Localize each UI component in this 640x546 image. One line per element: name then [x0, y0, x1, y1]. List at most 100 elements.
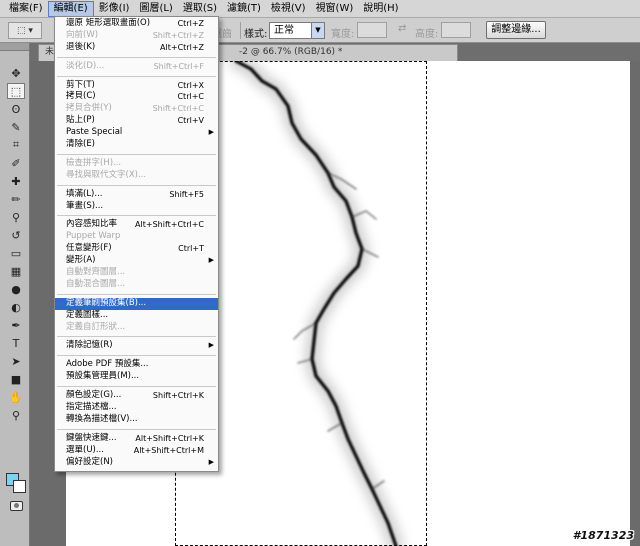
- document-tab-title-right: -2 @ 66.7% (RGB/16) *: [239, 47, 343, 57]
- menu-item-label: 筆畫(S)...: [66, 200, 104, 211]
- edit-menu-item[interactable]: 選單(U)... Alt+Shift+Ctrl+M: [55, 445, 218, 457]
- pen-tool-icon[interactable]: ✒: [7, 317, 25, 333]
- edit-menu-item[interactable]: 偏好設定(N) ▶: [55, 457, 218, 469]
- menu-item-label: Paste Special: [66, 127, 123, 138]
- quick-select-tool-icon[interactable]: ✎: [7, 119, 25, 135]
- menu-item-shortcut: Shift+Ctrl+K: [152, 391, 204, 401]
- menu-item-shortcut: Alt+Shift+Ctrl+K: [135, 433, 204, 443]
- menu-item-label: 檢查拼字(H)...: [66, 157, 122, 168]
- tool-preset-picker[interactable]: ⬚ ▾: [8, 22, 42, 39]
- edit-menu-item[interactable]: Paste Special ▶: [55, 127, 218, 139]
- edit-menu-item[interactable]: 定義圖樣...: [55, 310, 218, 322]
- eraser-tool-icon[interactable]: ▭: [7, 245, 25, 261]
- marquee-tool-icon[interactable]: ⬚: [7, 83, 25, 99]
- menu-3[interactable]: 圖層(L): [134, 1, 177, 17]
- menu-6[interactable]: 檢視(V): [266, 1, 311, 17]
- width-field[interactable]: [357, 22, 387, 38]
- menu-separator: [57, 184, 216, 186]
- menu-item-label: 定義筆刷預設集(B)...: [66, 297, 147, 308]
- edit-menu-item[interactable]: 貼上(P) Ctrl+V: [55, 115, 218, 127]
- edit-menu-item[interactable]: 退後(K) Alt+Ctrl+Z: [55, 42, 218, 54]
- menu-item-label: 內容感知比率: [66, 219, 118, 230]
- edit-menu-item[interactable]: 拷貝(C) Ctrl+C: [55, 91, 218, 103]
- edit-menu-item[interactable]: 定義筆刷預設集(B)...: [55, 297, 218, 310]
- edit-menu-item: 檢查拼字(H)...: [55, 158, 218, 170]
- menu-separator: [57, 355, 216, 357]
- menu-item-label: 自動混合圖層...: [66, 278, 126, 289]
- history-brush-tool-icon[interactable]: ↺: [7, 227, 25, 243]
- brush-tool-icon[interactable]: ✏: [7, 191, 25, 207]
- menu-item-shortcut: Ctrl+V: [177, 116, 204, 126]
- quick-mask-icon[interactable]: [10, 501, 23, 511]
- edit-menu-item[interactable]: 轉換為描述檔(V)...: [55, 414, 218, 426]
- menu-item-shortcut: Ctrl+X: [177, 80, 204, 90]
- spot-heal-tool-icon[interactable]: ✚: [7, 173, 25, 189]
- panel-grip[interactable]: [0, 43, 29, 51]
- style-select[interactable]: 正常 ▼: [269, 22, 325, 39]
- menu-item-label: 還原 矩形選取畫面(O): [66, 18, 151, 28]
- menu-item-shortcut: Alt+Shift+Ctrl+M: [133, 445, 204, 455]
- refine-edge-button[interactable]: 調整邊緣...: [486, 21, 546, 39]
- menu-item-label: 任意變形(F): [66, 243, 112, 254]
- menu-item-shortcut: Ctrl+C: [177, 92, 204, 102]
- menu-4[interactable]: 選取(S): [178, 1, 222, 17]
- style-value: 正常: [274, 25, 294, 36]
- edit-menu-item[interactable]: 內容感知比率 Alt+Shift+Ctrl+C: [55, 219, 218, 231]
- menu-item-label: 自動對齊圖層...: [66, 267, 126, 278]
- blur-tool-icon[interactable]: ●: [7, 281, 25, 297]
- edit-menu-item: 拷貝合併(Y) Shift+Ctrl+C: [55, 103, 218, 115]
- menu-separator: [57, 293, 216, 295]
- menu-7[interactable]: 視窗(W): [311, 1, 359, 17]
- shape-tool-icon[interactable]: ■: [7, 371, 25, 387]
- path-select-tool-icon[interactable]: ➤: [7, 353, 25, 369]
- edit-menu-item[interactable]: 任意變形(F) Ctrl+T: [55, 243, 218, 255]
- hand-tool-icon[interactable]: ✋: [7, 389, 25, 405]
- menu-5[interactable]: 濾鏡(T): [222, 1, 266, 17]
- background-color-swatch[interactable]: [13, 480, 26, 493]
- edit-menu-item[interactable]: 預設集管理員(M)...: [55, 371, 218, 383]
- chevron-down-icon: ▼: [311, 23, 324, 38]
- type-tool-icon[interactable]: T: [7, 335, 25, 351]
- edit-menu-item[interactable]: 清除記憶(R) ▶: [55, 340, 218, 352]
- menu-item-shortcut: Shift+F5: [169, 189, 204, 199]
- edit-menu-item[interactable]: 筆畫(S)...: [55, 201, 218, 213]
- menu-8[interactable]: 說明(H): [358, 1, 403, 17]
- stamp-tool-icon[interactable]: ⚲: [7, 209, 25, 225]
- lasso-tool-icon[interactable]: ʘ: [7, 101, 25, 117]
- menu-item-label: 尋找與取代文字(X)...: [66, 169, 147, 180]
- menu-separator: [57, 153, 216, 155]
- crop-tool-icon[interactable]: ⌗: [7, 137, 25, 153]
- edit-menu-item[interactable]: 清除(E): [55, 139, 218, 151]
- menu-item-label: Puppet Warp: [66, 231, 121, 242]
- edit-menu-item[interactable]: 顏色設定(G)... Shift+Ctrl+K: [55, 390, 218, 402]
- edit-menu-item: 尋找與取代文字(X)...: [55, 170, 218, 182]
- edit-menu-item[interactable]: 剪下(T) Ctrl+X: [55, 80, 218, 92]
- swap-icon[interactable]: ⇄: [398, 23, 406, 34]
- edit-menu-item[interactable]: 鍵盤快速鍵... Alt+Shift+Ctrl+K: [55, 433, 218, 445]
- menu-item-shortcut: Shift+Ctrl+F: [153, 61, 204, 71]
- menu-1[interactable]: 編輯(E): [47, 0, 94, 17]
- edit-menu-item[interactable]: 填滿(L)... Shift+F5: [55, 189, 218, 201]
- zoom-tool-icon[interactable]: ⚲: [7, 407, 25, 423]
- menu-item-label: 填滿(L)...: [66, 188, 103, 199]
- menu-separator: [57, 386, 216, 388]
- edit-menu-item: 自動對齊圖層...: [55, 267, 218, 279]
- menu-0[interactable]: 檔案(F): [4, 1, 48, 17]
- dodge-tool-icon[interactable]: ◐: [7, 299, 25, 315]
- menu-separator: [57, 75, 216, 77]
- style-label: 樣式:: [244, 29, 268, 40]
- gradient-tool-icon[interactable]: ▦: [7, 263, 25, 279]
- menu-separator: [57, 428, 216, 430]
- menu-item-label: 顏色設定(G)...: [66, 390, 122, 401]
- edit-menu-item: 向前(W) Shift+Ctrl+Z: [55, 30, 218, 42]
- height-field[interactable]: [441, 22, 471, 38]
- width-label: 寬度:: [331, 29, 355, 40]
- edit-menu-item[interactable]: 還原 矩形選取畫面(O) Ctrl+Z: [55, 18, 218, 30]
- edit-menu-item[interactable]: 指定描述檔...: [55, 402, 218, 414]
- move-tool-icon[interactable]: ✥: [7, 65, 25, 81]
- menu-2[interactable]: 影像(I): [94, 1, 135, 17]
- eyedropper-tool-icon[interactable]: ✐: [7, 155, 25, 171]
- menu-item-label: 向前(W): [66, 29, 99, 40]
- edit-menu-item[interactable]: 變形(A) ▶: [55, 255, 218, 267]
- edit-menu-item[interactable]: Adobe PDF 預設集...: [55, 359, 218, 371]
